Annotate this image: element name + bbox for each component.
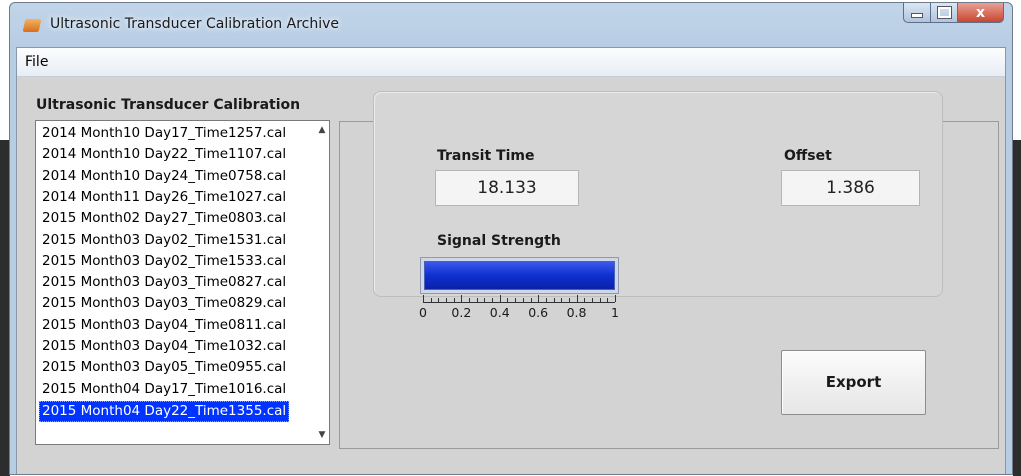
scale-tick <box>469 298 471 302</box>
scale-label: 1 <box>611 305 619 320</box>
scale-label: 0.2 <box>451 305 472 320</box>
menu-bar: File <box>17 48 1005 77</box>
scale-tick <box>591 298 593 302</box>
caption-buttons: x <box>903 3 1004 25</box>
scale-tick <box>615 295 616 302</box>
scale-tick <box>568 298 570 302</box>
list-item[interactable]: 2015 Month02 Day27_Time0803.cal <box>40 209 288 228</box>
close-button[interactable]: x <box>958 3 1004 23</box>
scale-baseline <box>423 302 615 303</box>
desktop-edge-right <box>1013 140 1021 476</box>
scale-label: 0 <box>419 305 427 320</box>
list-item[interactable]: 2014 Month10 Day22_Time1107.cal <box>40 145 288 164</box>
scale-tick <box>561 298 563 302</box>
window-title: Ultrasonic Transducer Calibration Archiv… <box>50 16 340 32</box>
list-item[interactable]: 2015 Month03 Day04_Time1032.cal <box>40 337 288 356</box>
minimize-button[interactable] <box>903 3 931 23</box>
scale-tick <box>507 298 509 302</box>
maximize-button[interactable] <box>931 3 958 23</box>
menu-file[interactable]: File <box>23 54 50 70</box>
scale-tick <box>492 298 494 302</box>
scale-label: 0.6 <box>528 305 549 320</box>
list-item[interactable]: 2015 Month03 Day02_Time1533.cal <box>40 252 288 271</box>
signal-strength-fill <box>424 261 615 290</box>
list-item[interactable]: 2014 Month10 Day24_Time0758.cal <box>40 167 288 186</box>
list-item[interactable]: 2014 Month11 Day26_Time1027.cal <box>40 188 288 207</box>
scale-tick <box>576 295 578 302</box>
list-item[interactable]: 2015 Month03 Day04_Time0811.cal <box>40 316 288 335</box>
maximize-icon <box>936 6 952 19</box>
scale-tick <box>484 298 486 302</box>
scale-tick <box>438 298 440 302</box>
scale-label: 0.4 <box>489 305 510 320</box>
scale-tick <box>545 298 547 302</box>
list-item[interactable]: 2015 Month03 Day03_Time0827.cal <box>40 273 288 292</box>
list-item[interactable]: 2015 Month03 Day03_Time0829.cal <box>40 294 288 313</box>
transit-time-label: Transit Time <box>437 148 535 164</box>
list-item[interactable]: 2015 Month04 Day17_Time1016.cal <box>40 380 288 399</box>
signal-strength-label: Signal Strength <box>437 233 561 249</box>
scale-tick <box>538 295 540 302</box>
signal-strength-gauge <box>420 257 619 294</box>
scale-tick <box>584 298 586 302</box>
list-item-selected[interactable]: 2015 Month04 Day22_Time1355.cal <box>39 400 290 422</box>
title-bar[interactable]: Ultrasonic Transducer Calibration Archiv… <box>10 3 1012 47</box>
list-item[interactable]: 2014 Month10 Day17_Time1257.cal <box>40 124 288 143</box>
close-icon: x <box>975 4 986 21</box>
scale-tick <box>599 298 601 302</box>
scale-tick <box>446 298 448 302</box>
offset-label: Offset <box>784 148 832 164</box>
list-item[interactable]: 2015 Month03 Day02_Time1531.cal <box>40 231 288 250</box>
calibration-file-list[interactable]: ▲ ▼ 2014 Month10 Day17_Time1257.cal 2014 … <box>35 120 330 445</box>
scale-label: 0.8 <box>566 305 587 320</box>
scale-tick <box>476 298 478 302</box>
offset-value: 1.386 <box>781 170 920 206</box>
scale-tick <box>453 298 455 302</box>
scale-tick <box>430 298 432 302</box>
minimize-icon <box>911 13 923 18</box>
scale-tick <box>522 298 524 302</box>
scale-tick <box>499 295 501 302</box>
export-button[interactable]: Export <box>781 350 926 415</box>
scroll-up-icon[interactable]: ▲ <box>317 125 327 135</box>
app-icon <box>22 19 42 32</box>
scale-tick <box>515 298 517 302</box>
scale-tick <box>461 295 463 302</box>
scale-tick <box>553 298 555 302</box>
scroll-down-icon[interactable]: ▼ <box>317 430 327 440</box>
scale-tick <box>423 295 424 302</box>
signal-strength-scale <box>420 294 619 312</box>
section-title: Ultrasonic Transducer Calibration <box>36 97 301 113</box>
scale-tick <box>530 298 532 302</box>
transit-time-value: 18.133 <box>435 170 579 206</box>
scale-tick <box>607 298 609 302</box>
list-item[interactable]: 2015 Month03 Day05_Time0955.cal <box>40 358 288 377</box>
